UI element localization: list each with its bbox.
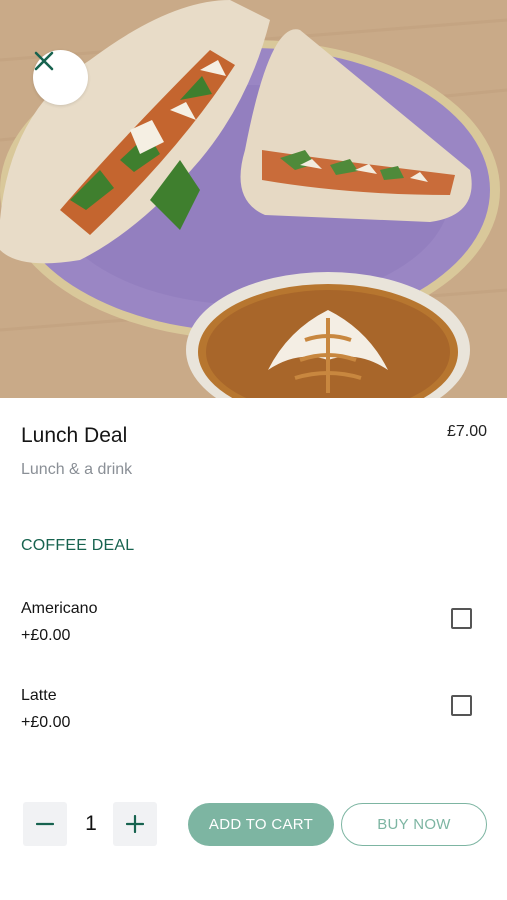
close-button[interactable] xyxy=(33,50,88,105)
plus-icon xyxy=(126,815,144,833)
product-title: Lunch Deal xyxy=(21,424,128,447)
option-price: +£0.00 xyxy=(21,627,71,644)
option-checkbox-americano[interactable] xyxy=(451,608,472,629)
option-name: Americano xyxy=(21,600,98,617)
product-image xyxy=(0,0,507,398)
quantity-value: 1 xyxy=(85,812,97,835)
minus-icon xyxy=(36,822,54,826)
option-name: Latte xyxy=(21,687,57,704)
buy-now-button[interactable]: BUY NOW xyxy=(341,803,487,846)
close-icon xyxy=(34,51,54,71)
option-group-heading: COFFEE DEAL xyxy=(21,537,135,554)
add-to-cart-button[interactable]: ADD TO CART xyxy=(188,803,334,846)
option-checkbox-latte[interactable] xyxy=(451,695,472,716)
decrement-button[interactable] xyxy=(23,802,67,846)
option-row-americano[interactable]: Americano +£0.00 xyxy=(0,600,507,660)
product-subtitle: Lunch & a drink xyxy=(21,461,133,478)
option-price: +£0.00 xyxy=(21,714,71,731)
option-row-latte[interactable]: Latte +£0.00 xyxy=(0,687,507,747)
product-price: £7.00 xyxy=(446,423,487,440)
increment-button[interactable] xyxy=(113,802,157,846)
